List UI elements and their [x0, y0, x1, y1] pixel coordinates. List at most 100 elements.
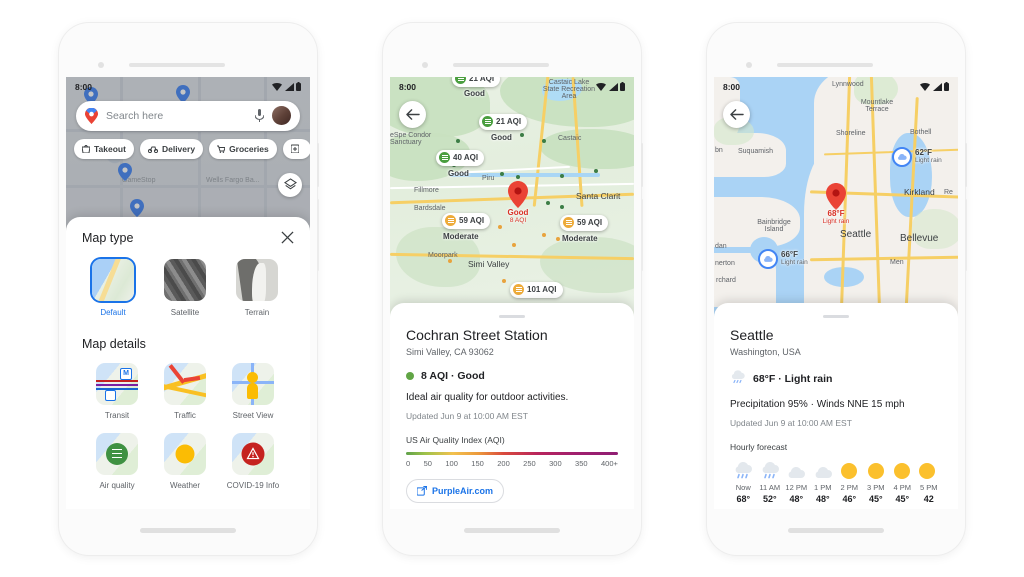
- aqi-value: 59 AQI: [577, 218, 603, 227]
- back-button[interactable]: [723, 100, 750, 128]
- map-layers-button[interactable]: [278, 172, 302, 197]
- terrain-map-thumb: [236, 258, 278, 301]
- volume-button[interactable]: [641, 198, 643, 271]
- map-label: dan: [715, 242, 727, 250]
- cloud-icon: [810, 458, 837, 480]
- map-label: Simi Valley: [468, 258, 510, 269]
- aqi-marker[interactable]: 40 AQI: [436, 149, 485, 166]
- status-bar: 8:00: [66, 77, 310, 97]
- chip-label: Delivery: [161, 143, 196, 154]
- card-title: Seattle: [730, 326, 774, 343]
- aqi-marker[interactable]: 59 AQI: [560, 214, 609, 231]
- volume-button[interactable]: [965, 198, 967, 271]
- map-type-satellite[interactable]: Satellite: [162, 258, 208, 317]
- weather-temp: 66°F: [781, 249, 798, 259]
- map-type-options: Default Satellite Terrain: [82, 258, 294, 317]
- aqi-level-dot: [445, 215, 456, 226]
- microphone-icon[interactable]: [255, 109, 264, 122]
- search-input[interactable]: Search here: [106, 110, 247, 122]
- map-detail-street-view[interactable]: Street View: [226, 362, 280, 421]
- card-subtitle: Simi Valley, CA 93062: [406, 346, 494, 357]
- map-detail-covid[interactable]: COVID-19 Info: [226, 432, 280, 491]
- map-detail-air-quality[interactable]: Air quality: [90, 432, 144, 491]
- street-view-icon: [232, 362, 274, 405]
- phone-3-screen: Lynnwood Mountlake Terrace Shoreline Bot…: [714, 76, 958, 509]
- pin-caption-sub: Light rain: [822, 217, 850, 225]
- selected-location-pin[interactable]: [508, 180, 528, 208]
- weather-marker[interactable]: 66°F Light rain: [758, 248, 808, 269]
- map-label: rchard: [716, 276, 736, 284]
- home-indicator[interactable]: [464, 527, 560, 533]
- map-detail-weather[interactable]: Weather: [158, 432, 212, 491]
- aqi-value: 21 AQI: [496, 117, 522, 126]
- map-label: Kirkland: [904, 186, 935, 197]
- rain-cloud-icon: [758, 248, 778, 269]
- forecast-temp: 48°: [789, 493, 804, 504]
- forecast-hour: 5 PM 42: [916, 458, 943, 504]
- back-button[interactable]: [399, 100, 426, 128]
- selected-location-pin[interactable]: [826, 182, 846, 210]
- search-bar[interactable]: Search here: [76, 100, 300, 131]
- selected-pin-caption: 68°F Light rain: [810, 209, 862, 225]
- drag-handle[interactable]: [499, 314, 525, 318]
- cloud-glyph: [898, 153, 907, 160]
- battery-icon: [296, 82, 301, 91]
- sun-icon: [836, 458, 863, 480]
- weather-condition: Light rain: [915, 157, 942, 165]
- drag-handle[interactable]: [823, 314, 849, 318]
- weather-icon: [164, 432, 206, 475]
- chip-groceries[interactable]: Groceries: [209, 138, 277, 159]
- weather-marker[interactable]: 62°F Light rain: [892, 146, 942, 167]
- earpiece-speaker: [453, 62, 549, 67]
- close-icon: [281, 230, 294, 244]
- forecast-time: 4 PM: [893, 482, 911, 492]
- aqi-tick: 300: [549, 458, 562, 468]
- aqi-marker[interactable]: 101 AQI: [510, 281, 563, 298]
- hourly-forecast-list[interactable]: Now 68° 11 AM 52° 12 PM 48° 1 PM 48° 2 P…: [730, 458, 942, 504]
- aqi-caption: Good: [491, 132, 512, 142]
- forecast-time: 2 PM: [840, 482, 858, 492]
- forecast-hour: 11 AM 52°: [757, 458, 784, 504]
- chip-takeout[interactable]: Takeout: [74, 138, 134, 159]
- forecast-temp: 68°: [736, 493, 751, 504]
- chip-pharmacy[interactable]: [282, 138, 310, 159]
- map-type-default[interactable]: Default: [90, 258, 136, 317]
- chip-delivery[interactable]: Delivery: [139, 138, 204, 159]
- groceries-icon: [217, 145, 226, 153]
- cloud-icon: [783, 458, 810, 480]
- volume-button[interactable]: [317, 198, 319, 271]
- home-indicator[interactable]: [788, 527, 884, 533]
- map-detail-traffic[interactable]: Traffic: [158, 362, 212, 421]
- sun-glyph: [894, 462, 911, 479]
- map-label: nerton: [715, 259, 735, 267]
- home-indicator[interactable]: [140, 527, 236, 533]
- aqi-marker[interactable]: 21 AQI: [479, 113, 528, 130]
- status-icons: [920, 82, 949, 91]
- map-type-terrain[interactable]: Terrain: [234, 258, 280, 317]
- map-label: Santa Clarit: [576, 190, 621, 201]
- rain-cloud-glyph: [735, 461, 753, 478]
- map-label: Mountlake Terrace: [860, 98, 894, 113]
- pin-caption-sub: 8 AQI: [509, 216, 527, 224]
- phone-3-weather: Lynnwood Mountlake Terrace Shoreline Bot…: [707, 22, 967, 555]
- sun-glyph: [841, 462, 858, 479]
- forecast-temp: 52°: [762, 493, 777, 504]
- map-detail-transit[interactable]: M Transit: [90, 362, 144, 421]
- status-icons: [272, 82, 301, 91]
- card-subtitle: Washington, USA: [730, 346, 801, 357]
- satellite-map-thumb: [164, 258, 206, 301]
- sheet-header: Map type: [82, 231, 294, 245]
- purpleair-link-button[interactable]: PurpleAir.com: [406, 478, 505, 503]
- close-button[interactable]: [281, 230, 294, 244]
- aqi-tick: 50: [423, 458, 432, 468]
- pharmacy-icon: [290, 144, 299, 153]
- aqi-tick: 150: [471, 458, 484, 468]
- aqi-caption: Moderate: [443, 231, 479, 241]
- map-label: bn: [715, 146, 723, 154]
- weather-temp: 62°F: [915, 147, 932, 157]
- avatar[interactable]: [272, 106, 291, 125]
- map-label: Seattle: [840, 228, 872, 240]
- front-camera: [422, 61, 428, 68]
- back-arrow-icon: [405, 108, 420, 120]
- aqi-marker[interactable]: 59 AQI: [442, 212, 491, 229]
